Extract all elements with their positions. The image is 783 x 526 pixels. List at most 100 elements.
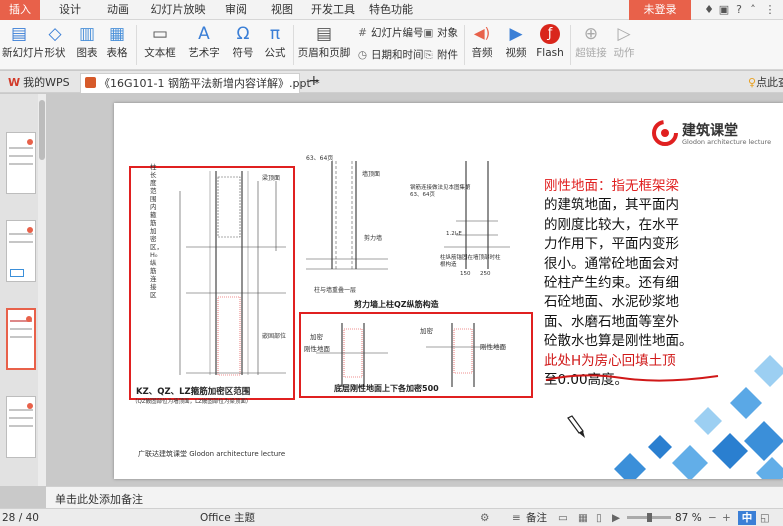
notes-toggle-icon[interactable]: ≡	[512, 511, 521, 525]
tab-review[interactable]: 审阅	[218, 0, 254, 20]
thumbnail-scrollbar[interactable]	[38, 94, 46, 486]
new-slide-button[interactable]: ▤ 新幻灯片	[2, 22, 44, 60]
tab-document-label: 《16G101-1 钢筋平法新增内容详解》.ppt *	[99, 77, 320, 90]
ime-indicator-icon[interactable]: 中	[738, 511, 756, 525]
shapes-button[interactable]: ◇ 形状	[38, 22, 72, 60]
textbox-button[interactable]: ▭ 文本框	[139, 22, 181, 60]
ribbon-separator	[136, 25, 137, 65]
object-label: 对象	[437, 27, 458, 39]
zoom-slider-handle[interactable]	[647, 513, 652, 522]
normal-view-icon[interactable]: ▭	[558, 511, 568, 525]
notes-pane[interactable]: 单击此处添加备注	[46, 486, 783, 508]
audio-label: 音频	[471, 47, 493, 59]
tab-view[interactable]: 视图	[264, 0, 300, 20]
symbol-button[interactable]: Ω 符号	[228, 22, 258, 60]
more-icon[interactable]: ⋮	[763, 3, 777, 17]
slideshow-icon[interactable]: ▶	[612, 511, 620, 525]
chart-button[interactable]: ▥ 图表	[74, 22, 100, 60]
date-time-button[interactable]: ◷ 日期和时间	[356, 47, 424, 63]
slide-thumbnail[interactable]	[6, 396, 36, 458]
tab-current-document[interactable]: 《16G101-1 钢筋平法新增内容详解》.ppt *	[80, 73, 320, 93]
text-line-6: 砼柱产生约束。还有细	[544, 275, 679, 292]
date-time-label: 日期和时间	[371, 49, 424, 61]
scrollbar-thumb[interactable]	[39, 100, 45, 160]
ppt-file-icon	[85, 77, 96, 88]
slide-thumbnail[interactable]	[6, 220, 36, 282]
zoom-level[interactable]: 87 %	[675, 511, 702, 525]
new-tab-plus-icon[interactable]: +	[304, 73, 320, 93]
lightbulb-icon: ♀	[748, 76, 757, 89]
sorter-view-icon[interactable]: ▦	[578, 511, 588, 525]
flash-button[interactable]: ƒ Flash	[535, 22, 565, 60]
slide-number-button[interactable]: # 幻灯片编号	[356, 25, 423, 41]
slide-canvas[interactable]: 建筑课堂 Glodon architecture lecture 柱长度范围内箍…	[114, 103, 783, 479]
tab-my-wps[interactable]: W 我的WPS	[4, 73, 76, 93]
notes-toggle-label[interactable]: 备注	[526, 511, 547, 525]
skin-icon[interactable]: ♦	[702, 3, 716, 17]
diagram-label-embed-part: 嵌固部位	[262, 333, 287, 340]
table-button[interactable]: ▦ 表格	[102, 22, 132, 60]
chart-icon: ▥	[78, 24, 96, 44]
header-footer-button[interactable]: ▤ 页眉和页脚	[296, 22, 352, 60]
tab-animation[interactable]: 动画	[100, 0, 136, 20]
diagram-label-250: 250	[480, 271, 491, 277]
page-indicator: 28 / 40	[2, 512, 39, 524]
tab-insert[interactable]: 插入	[0, 0, 40, 20]
login-button[interactable]: 未登录	[629, 0, 691, 20]
ribbon-separator	[293, 25, 294, 65]
shapes-label: 形状	[44, 47, 66, 59]
audio-button[interactable]: ◀) 音频	[467, 22, 497, 60]
status-settings-icon[interactable]: ⚙	[480, 511, 489, 525]
text-line-1: 刚性地面：指无框架梁	[544, 177, 720, 196]
zoom-out-icon[interactable]: −	[708, 511, 717, 525]
slide-thumbnail[interactable]	[6, 132, 36, 194]
tab-my-wps-label: 我的WPS	[23, 76, 70, 89]
tab-slideshow[interactable]: 幻灯片放映	[148, 0, 208, 20]
attachment-button[interactable]: ⎘ 附件	[422, 47, 458, 63]
diagram-label-lae: 1.2lₐE	[446, 231, 462, 237]
hyperlink-button[interactable]: ⊕ 超链接	[574, 22, 608, 60]
text-line-5: 很小。通常砼地面会对	[544, 255, 679, 272]
tip-label: 点此查	[756, 76, 783, 89]
zoom-slider[interactable]	[627, 513, 671, 522]
reading-view-icon[interactable]: ▯	[596, 511, 602, 525]
slide-number-icon: #	[358, 27, 367, 39]
slide-thumbnail-selected[interactable]	[6, 308, 36, 370]
new-slide-icon: ▤	[10, 24, 28, 44]
tip-button[interactable]: ♀点此查	[744, 73, 783, 93]
brand-name-cn: 建筑课堂	[682, 123, 738, 139]
action-label: 动作	[613, 47, 635, 59]
document-tabs: W 我的WPS 《16G101-1 钢筋平法新增内容详解》.ppt * + ♀点此…	[0, 71, 783, 93]
minimize-ribbon-icon[interactable]: ˄	[746, 3, 760, 17]
zoom-in-icon[interactable]: +	[722, 511, 731, 525]
term-rigid-ground: 刚性地面	[544, 178, 598, 194]
header-footer-label: 页眉和页脚	[297, 47, 351, 59]
video-button[interactable]: ▶ 视频	[501, 22, 531, 60]
object-button[interactable]: ▣ 对象	[422, 25, 458, 41]
diagram-title-shear-wall-column: 剪力墙上柱QZ纵筋构造	[354, 300, 439, 309]
diagram-label-64: 63、64页	[306, 155, 334, 162]
tab-design[interactable]: 设计	[52, 0, 88, 20]
textbox-label: 文本框	[144, 47, 176, 59]
diagram-label-rigid-1: 刚性地面	[304, 345, 330, 353]
decorative-diamonds	[614, 355, 783, 479]
fit-window-icon[interactable]: ◱	[760, 511, 770, 525]
formula-icon: π	[269, 24, 281, 44]
slide-editing-area: 建筑课堂 Glodon architecture lecture 柱长度范围内箍…	[46, 94, 783, 486]
tab-features[interactable]: 特色功能	[366, 0, 416, 20]
diagram-label-dense-2: 加密	[420, 327, 433, 335]
brand-swirl-icon	[652, 120, 678, 146]
tab-developer[interactable]: 开发工具	[308, 0, 358, 20]
table-label: 表格	[106, 47, 128, 59]
text-line-3: 的刚度比较大，在水平	[544, 216, 679, 233]
formula-button[interactable]: π 公式	[261, 22, 289, 60]
action-button[interactable]: ▷ 动作	[610, 22, 638, 60]
menu-bar: 插入 设计 动画 幻灯片放映 审阅 视图 开发工具 特色功能 未登录 ♦ ▣ ?…	[0, 0, 783, 20]
help-icon[interactable]: ?	[732, 3, 746, 17]
diagram-label-connect: 钢筋连接做法见本图集第63、64页	[410, 185, 471, 198]
theme-name: Office 主题	[200, 512, 255, 524]
wordart-button[interactable]: A 艺术字	[183, 22, 225, 60]
shirt-icon[interactable]: ▣	[717, 3, 731, 17]
notes-placeholder: 单击此处添加备注	[55, 493, 143, 506]
diagram-label-dense-1: 加密	[310, 333, 323, 341]
